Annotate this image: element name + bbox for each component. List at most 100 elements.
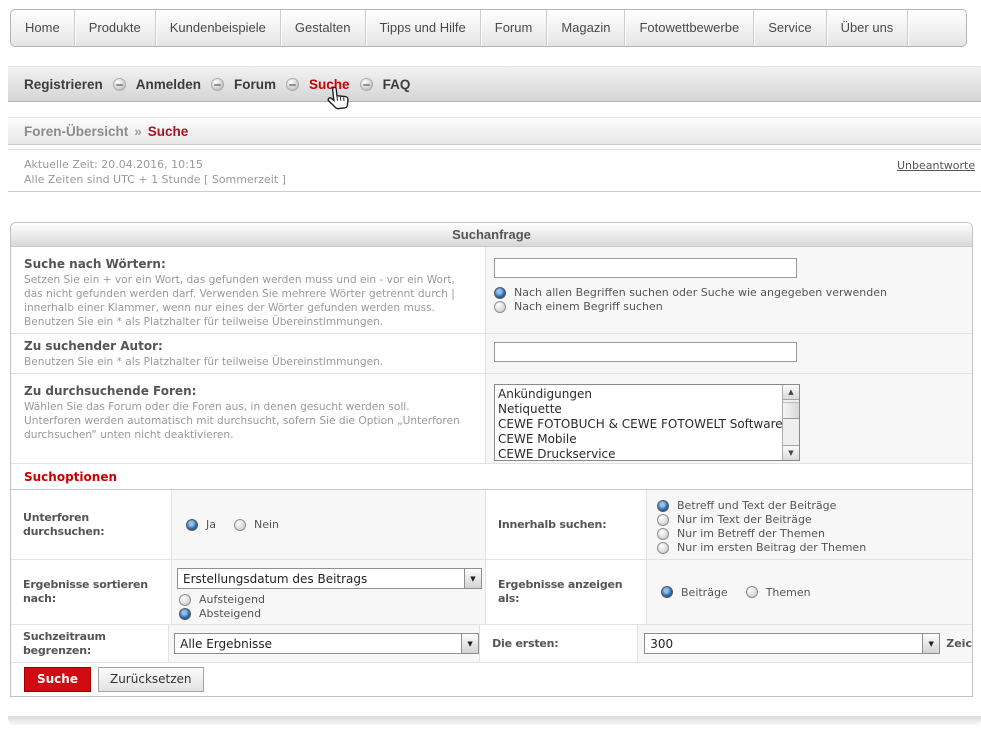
return-first-select[interactable]: 300 ▼: [644, 633, 940, 654]
radio-icon[interactable]: [657, 514, 669, 526]
search-author-row: Zu suchender Autor: Benutzen Sie ein * a…: [11, 334, 972, 374]
radio-option[interactable]: Themen: [746, 586, 811, 599]
radio-icon[interactable]: [494, 301, 506, 313]
display-as-label: Ergebnisse anzeigen als:: [486, 560, 646, 624]
search-author-input-cell: [485, 334, 972, 373]
subforums-radios: Ja Nein: [186, 517, 297, 532]
limit-time-controls: Alle Ergebnisse ▼: [168, 625, 480, 662]
nav-tab-service[interactable]: Service: [754, 10, 826, 46]
reset-button[interactable]: Zurücksetzen: [98, 667, 204, 692]
radio-option[interactable]: Betreff und Text der Beiträge: [657, 499, 972, 512]
search-words-label-cell: Suche nach Wörtern: Setzen Sie ein + vor…: [11, 247, 485, 333]
nav-tab-tipps-und-hilfe[interactable]: Tipps und Hilfe: [366, 10, 481, 46]
radio-option[interactable]: Nein: [234, 518, 279, 531]
unanswered-posts-link[interactable]: Unbeantworte: [897, 159, 975, 172]
radio-option[interactable]: Nur im Betreff der Themen: [657, 527, 972, 540]
subforums-controls: Ja Nein: [171, 490, 486, 559]
sort-row: Ergebnisse sortieren nach: Erstellungsda…: [11, 560, 972, 625]
scrollbar-thumb[interactable]: [783, 402, 799, 419]
sort-by-select[interactable]: Erstellungsdatum des Beitrags ▼: [177, 568, 482, 589]
nav-tab-kundenbeispiele[interactable]: Kundenbeispiele: [156, 10, 281, 46]
radio-icon[interactable]: [746, 586, 758, 598]
radio-option[interactable]: Aufsteigend: [179, 593, 485, 606]
chevron-down-icon[interactable]: ▼: [461, 634, 478, 653]
sort-direction-radios: AufsteigendAbsteigend: [179, 593, 485, 620]
radio-label: Nach einem Begriff suchen: [514, 300, 663, 313]
radio-option[interactable]: Nach einem Begriff suchen: [494, 300, 972, 313]
radio-option[interactable]: Beiträge: [661, 586, 728, 599]
scroll-down-icon[interactable]: ▼: [783, 445, 799, 460]
separator-icon: [211, 78, 224, 91]
nav-tab-forum[interactable]: Forum: [481, 10, 548, 46]
nav-tab-home[interactable]: Home: [11, 10, 75, 46]
radio-selected-icon[interactable]: [657, 500, 669, 512]
chevron-down-icon[interactable]: ▼: [922, 634, 939, 653]
breadcrumb-root-link[interactable]: Foren-Übersicht: [24, 124, 128, 139]
current-time-text: Aktuelle Zeit: 20.04.2016, 10:15: [24, 157, 981, 172]
radio-option[interactable]: Nur im Text der Beiträge: [657, 513, 972, 526]
search-words-row: Suche nach Wörtern: Setzen Sie ein + vor…: [11, 247, 972, 334]
search-forums-label-cell: Zu durchsuchende Foren: Wählen Sie das F…: [11, 374, 485, 463]
search-words-input[interactable]: [494, 258, 797, 278]
radio-option[interactable]: Ja: [186, 518, 216, 531]
radio-icon[interactable]: [657, 528, 669, 540]
search-forums-label: Zu durchsuchende Foren:: [24, 384, 469, 398]
nav-tab-magazin[interactable]: Magazin: [547, 10, 625, 46]
user-nav-link-registrieren[interactable]: Registrieren: [24, 77, 103, 92]
search-words-label: Suche nach Wörtern:: [24, 257, 469, 271]
search-forums-list-cell: AnkündigungenNetiquetteCEWE FOTOBUCH & C…: [485, 374, 972, 463]
return-first-label: Die ersten:: [480, 625, 637, 662]
radio-selected-icon[interactable]: [494, 287, 506, 299]
search-author-label-cell: Zu suchender Autor: Benutzen Sie ein * a…: [11, 334, 485, 373]
sort-by-label: Ergebnisse sortieren nach:: [11, 560, 171, 624]
chevron-down-icon[interactable]: ▼: [464, 569, 481, 588]
search-panel: Suchanfrage Suche nach Wörtern: Setzen S…: [10, 222, 973, 697]
forums-listbox[interactable]: AnkündigungenNetiquetteCEWE FOTOBUCH & C…: [494, 384, 800, 461]
timezone-text: Alle Zeiten sind UTC + 1 Stunde [ Sommer…: [24, 172, 981, 187]
cursor-pointer-icon: [325, 84, 352, 114]
forum-option[interactable]: Netiquette: [498, 402, 782, 417]
radio-label: Absteigend: [199, 607, 261, 620]
sort-by-select-value: Erstellungsdatum des Beitrags: [178, 572, 464, 586]
user-nav-link-faq[interactable]: FAQ: [383, 77, 411, 92]
forum-option[interactable]: CEWE Mobile: [498, 432, 782, 447]
radio-selected-icon[interactable]: [186, 519, 198, 531]
search-within-radios: Betreff und Text der BeiträgeNur im Text…: [657, 499, 972, 554]
forum-option[interactable]: Ankündigungen: [498, 387, 782, 402]
listbox-scrollbar[interactable]: ▲ ▼: [782, 385, 799, 460]
radio-icon[interactable]: [657, 542, 669, 554]
search-submit-button[interactable]: Suche: [24, 667, 91, 692]
separator-icon: [360, 78, 373, 91]
user-nav-link-anmelden[interactable]: Anmelden: [136, 77, 201, 92]
sort-by-controls: Erstellungsdatum des Beitrags ▼ Aufsteig…: [171, 560, 486, 624]
radio-option[interactable]: Absteigend: [179, 607, 485, 620]
forum-option[interactable]: CEWE Druckservice: [498, 447, 782, 461]
search-within-controls: Betreff und Text der BeiträgeNur im Text…: [646, 490, 972, 559]
search-author-input[interactable]: [494, 342, 797, 362]
radio-label: Nur im Text der Beiträge: [677, 513, 812, 526]
search-forums-row: Zu durchsuchende Foren: Wählen Sie das F…: [11, 374, 972, 464]
radio-icon[interactable]: [234, 519, 246, 531]
nav-tab-produkte[interactable]: Produkte: [75, 10, 156, 46]
nav-tab-gestalten[interactable]: Gestalten: [281, 10, 366, 46]
search-author-label: Zu suchender Autor:: [24, 339, 469, 353]
radio-label: Aufsteigend: [199, 593, 265, 606]
limit-row: Suchzeitraum begrenzen: Alle Ergebnisse …: [11, 625, 972, 663]
radio-option[interactable]: Nur im ersten Beitrag der Themen: [657, 541, 972, 554]
limit-time-select[interactable]: Alle Ergebnisse ▼: [174, 633, 479, 654]
user-nav-link-forum[interactable]: Forum: [234, 77, 276, 92]
nav-tab-fotowettbewerbe[interactable]: Fotowettbewerbe: [625, 10, 754, 46]
radio-label: Betreff und Text der Beiträge: [677, 499, 836, 512]
user-navigation: RegistrierenAnmeldenForumSucheFAQ: [8, 66, 981, 102]
nav-tab--ber-uns[interactable]: Über uns: [827, 10, 909, 46]
form-buttons-row: Suche Zurücksetzen: [11, 663, 972, 696]
search-within-label: Innerhalb suchen:: [486, 490, 646, 559]
radio-option[interactable]: Nach allen Begriffen suchen oder Suche w…: [494, 286, 972, 299]
breadcrumb-separator: »: [134, 124, 142, 139]
forum-option[interactable]: CEWE FOTOBUCH & CEWE FOTOWELT Software: [498, 417, 782, 432]
radio-label: Nein: [254, 518, 279, 531]
radio-selected-icon[interactable]: [661, 586, 673, 598]
radio-selected-icon[interactable]: [179, 608, 191, 620]
radio-icon[interactable]: [179, 594, 191, 606]
scroll-up-icon[interactable]: ▲: [783, 385, 799, 400]
